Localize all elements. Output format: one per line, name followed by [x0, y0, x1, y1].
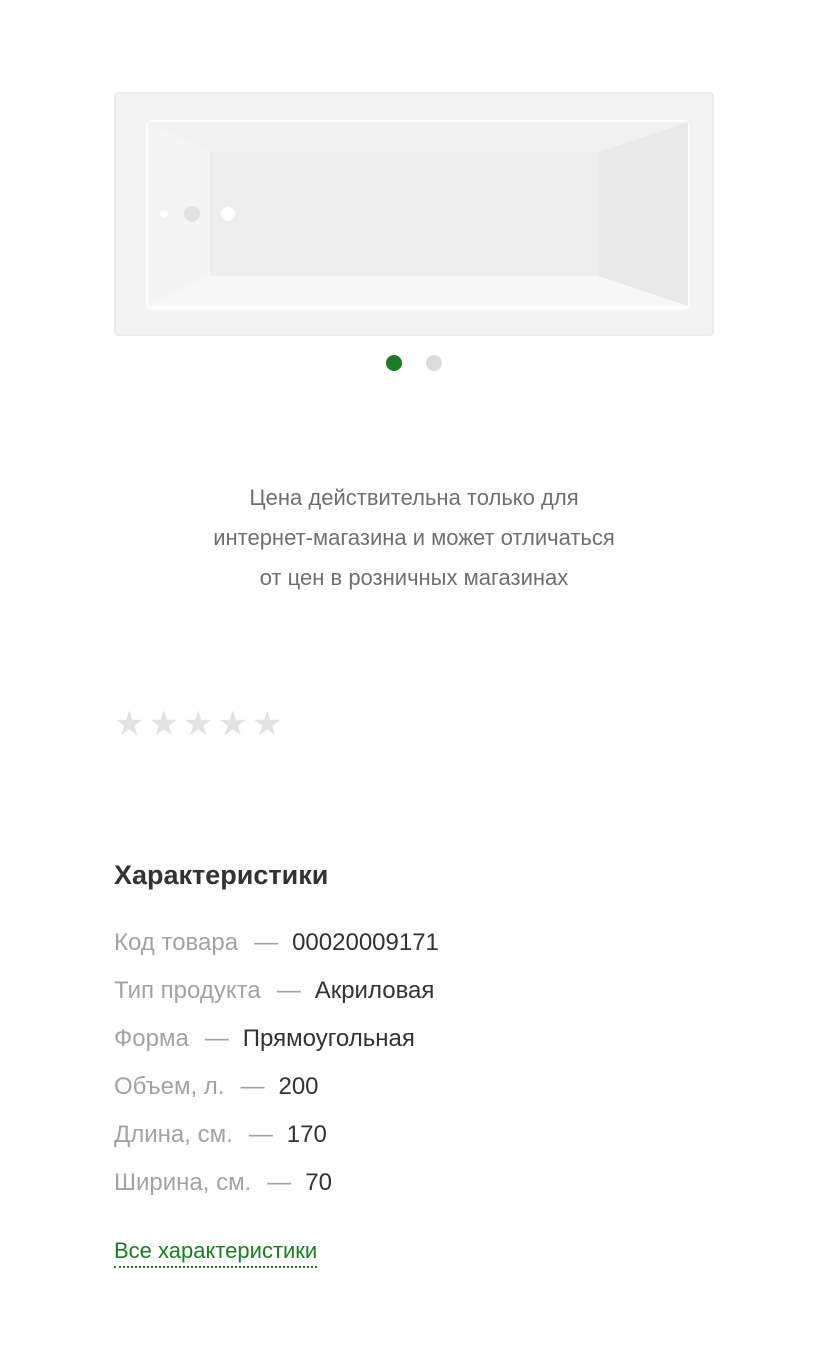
spec-value: Акриловая [314, 977, 435, 1004]
spec-separator: — [248, 1121, 273, 1148]
spec-separator: — [204, 1025, 229, 1052]
star-icon[interactable]: ★ [114, 702, 144, 746]
spec-value: Прямоугольная [242, 1025, 415, 1052]
spec-row-code: Код товара — 00020009171 [114, 924, 714, 972]
rating-stars: ★ ★ ★ ★ ★ [114, 702, 282, 746]
spec-value: 200 [278, 1073, 319, 1100]
spec-row-length: Длина, см. — 170 [114, 1116, 714, 1164]
spec-separator: — [254, 929, 279, 956]
specs-title: Характеристики [114, 860, 329, 890]
spec-value: 70 [305, 1169, 332, 1196]
price-disclaimer-line: от цен в розничных магазинах [259, 565, 569, 590]
product-page: Цена действительна только для интернет-м… [0, 0, 828, 1355]
specs-list: Код товара — 00020009171 Тип продукта — Акри… [114, 924, 714, 1212]
spec-label: Объем, л. [114, 1073, 225, 1100]
spec-value: 170 [286, 1121, 327, 1148]
spec-row-type: Тип продукта — Акриловая [114, 972, 714, 1020]
spec-row-width: Ширина, см. — 70 [114, 1164, 714, 1212]
spec-label: Ширина, см. [114, 1169, 252, 1196]
spec-label: Код товара [114, 929, 239, 956]
spec-separator: — [267, 1169, 292, 1196]
spec-row-volume: Объем, л. — 200 [114, 1068, 714, 1116]
product-image-gallery[interactable] [114, 92, 714, 336]
all-specs-link[interactable]: Все характеристики [114, 1236, 318, 1268]
spec-label: Длина, см. [114, 1121, 233, 1148]
spec-label: Тип продукта [114, 977, 261, 1004]
spec-value: 00020009171 [292, 929, 439, 956]
gallery-dot-2[interactable] [426, 355, 442, 371]
star-icon[interactable]: ★ [217, 702, 247, 746]
price-disclaimer-line: Цена действительна только для [249, 485, 579, 510]
gallery-dot-1[interactable] [386, 355, 402, 371]
spec-label: Форма [114, 1025, 189, 1052]
bathtub-image[interactable] [114, 92, 714, 336]
spec-separator: — [240, 1073, 265, 1100]
star-icon[interactable]: ★ [148, 702, 178, 746]
star-icon[interactable]: ★ [183, 702, 213, 746]
star-icon[interactable]: ★ [252, 702, 282, 746]
price-disclaimer: Цена действительна только для интернет-м… [114, 478, 714, 598]
spec-separator: — [276, 977, 301, 1004]
gallery-pagination [0, 355, 828, 373]
spec-row-shape: Форма — Прямоугольная [114, 1020, 714, 1068]
price-disclaimer-line: интернет-магазина и может отличаться [213, 525, 615, 550]
